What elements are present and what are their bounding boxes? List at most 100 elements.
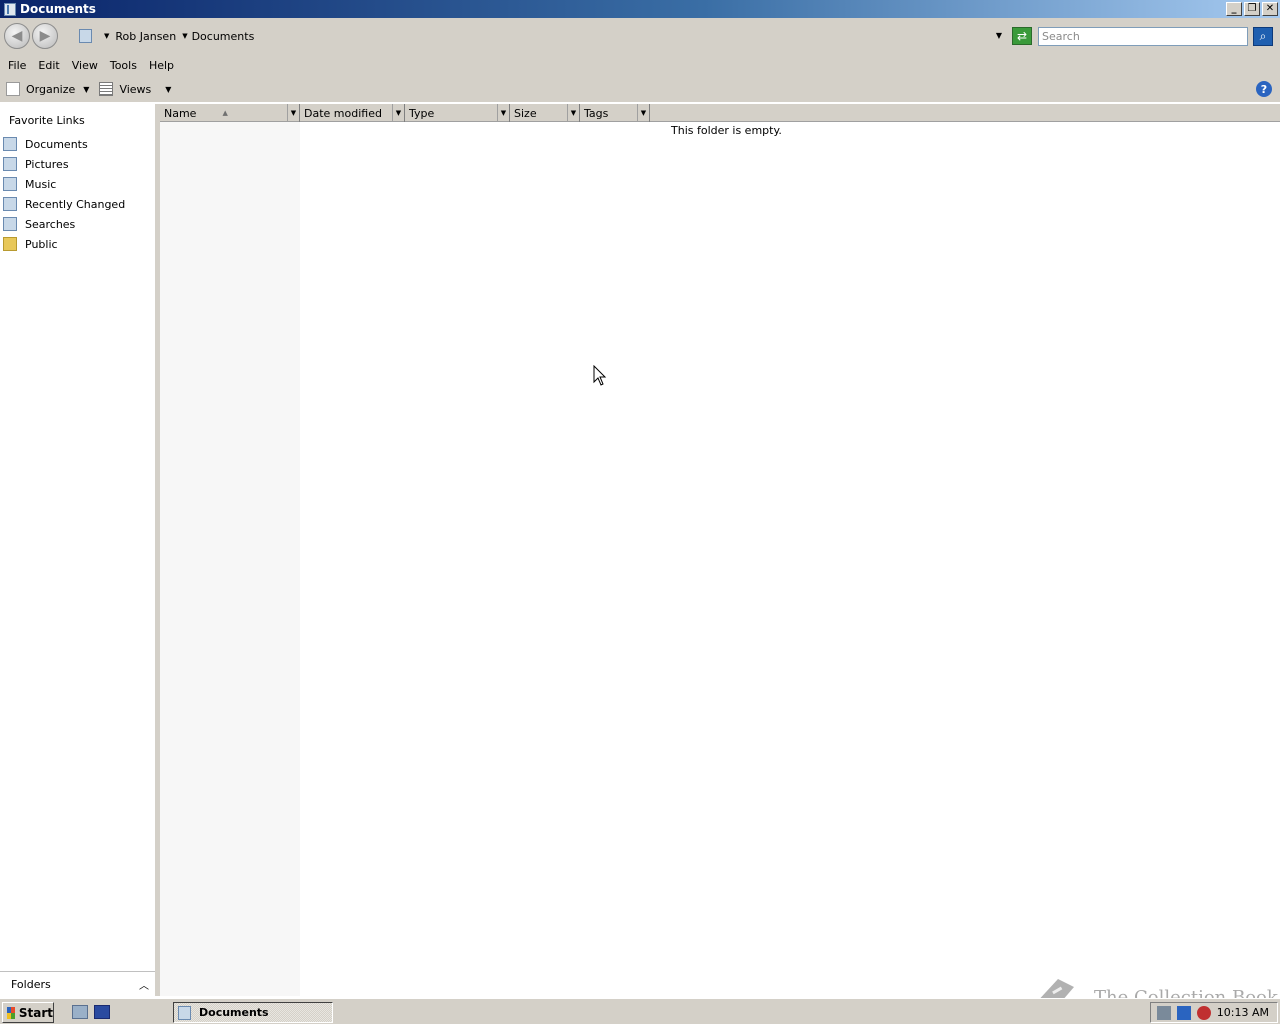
nav-item-public[interactable]: Public [0, 234, 155, 254]
chevron-up-icon: ︿ [139, 981, 149, 992]
views-button[interactable]: Views ▼ [99, 82, 171, 96]
start-label: Start [18, 1005, 53, 1020]
menu-help[interactable]: Help [143, 59, 180, 72]
sorted-column-highlight [160, 122, 300, 996]
sort-ascending-icon: ▲ [222, 109, 228, 117]
taskbar: Start Documents 10:13 AM [0, 998, 1280, 1024]
column-label: Tags [584, 106, 609, 120]
restore-button[interactable]: ❐ [1244, 2, 1260, 16]
column-filter-dropdown-icon[interactable]: ▼ [637, 104, 649, 121]
window-controls: _ ❐ ✕ [1226, 2, 1278, 16]
empty-folder-message: This folder is empty. [671, 124, 782, 137]
organize-icon [6, 82, 20, 96]
column-header-type[interactable]: Type ▼ [405, 104, 510, 122]
documents-icon [4, 2, 16, 16]
music-icon [3, 177, 17, 191]
minimize-button[interactable]: _ [1226, 2, 1242, 16]
chevron-down-icon[interactable]: ▼ [165, 85, 171, 94]
window-title: Documents [20, 2, 96, 16]
menu-file[interactable]: File [2, 59, 32, 72]
views-label: Views [119, 82, 152, 96]
clock[interactable]: 10:13 AM [1217, 1006, 1269, 1019]
start-button[interactable]: Start [2, 1002, 54, 1023]
folders-label: Folders [11, 977, 51, 991]
help-icon[interactable]: ? [1256, 81, 1272, 97]
windows-logo-icon [7, 1006, 15, 1019]
organize-button[interactable]: Organize ▼ [6, 82, 89, 96]
command-bar: Organize ▼ Views ▼ ? [0, 76, 1280, 102]
column-label: Name [164, 106, 197, 120]
nav-item-label: Pictures [25, 157, 69, 171]
back-arrow-icon: ◀ [11, 28, 23, 44]
favorite-links-heading: Favorite Links [9, 114, 85, 127]
column-filter-dropdown-icon[interactable]: ▼ [497, 104, 509, 121]
chevron-down-icon: ▼ [83, 84, 90, 94]
nav-item-label: Music [25, 177, 57, 191]
menu-tools[interactable]: Tools [104, 59, 143, 72]
column-filter-dropdown-icon[interactable]: ▼ [287, 104, 299, 121]
column-label: Type [409, 106, 435, 120]
column-label: Date modified [304, 106, 382, 120]
system-tray: 10:13 AM [1150, 1002, 1278, 1023]
taskbar-button-documents[interactable]: Documents [173, 1002, 333, 1023]
volume-muted-icon[interactable] [1196, 1005, 1211, 1020]
address-field[interactable]: ▼ Rob Jansen ▼ Documents ▼ [76, 26, 1006, 46]
network-icon[interactable] [1176, 1005, 1191, 1020]
column-header-row: Name ▲ ▼ Date modified ▼ Type ▼ Size ▼ T… [160, 104, 1280, 122]
server-manager-icon[interactable] [72, 1005, 88, 1019]
breadcrumb: ▼ Rob Jansen ▼ Documents [98, 30, 254, 43]
column-header-size[interactable]: Size ▼ [510, 104, 580, 122]
address-bar-area: ◀ ▶ ▼ Rob Jansen ▼ Documents ▼ ⇄ ⌕ [0, 18, 1280, 54]
nav-item-label: Searches [25, 217, 76, 231]
search-icon: ⌕ [1259, 29, 1267, 43]
column-header-date-modified[interactable]: Date modified ▼ [300, 104, 405, 122]
nav-item-recently-changed[interactable]: Recently Changed [0, 194, 155, 214]
folders-toggle[interactable]: Folders ︿ [0, 971, 155, 996]
documents-icon [178, 1005, 191, 1020]
column-label: Size [514, 106, 537, 120]
column-header-name[interactable]: Name ▲ ▼ [160, 104, 300, 122]
search-button[interactable]: ⌕ [1253, 27, 1273, 46]
nav-item-label: Recently Changed [25, 197, 126, 211]
refresh-button[interactable]: ⇄ [1012, 27, 1032, 45]
documents-icon [79, 29, 92, 43]
nav-item-label: Documents [25, 137, 88, 151]
close-button[interactable]: ✕ [1262, 2, 1278, 16]
menu-view[interactable]: View [66, 59, 104, 72]
folder-icon [3, 237, 17, 251]
searches-icon [3, 217, 17, 231]
column-filter-dropdown-icon[interactable]: ▼ [567, 104, 579, 121]
security-shield-icon[interactable] [1156, 1005, 1171, 1020]
navigation-pane: Favorite Links Documents Pictures Music … [0, 104, 155, 971]
column-filter-dropdown-icon[interactable]: ▼ [392, 104, 404, 121]
taskbar-button-label: Documents [199, 1006, 269, 1019]
breadcrumb-chevron-icon[interactable]: ▼ [104, 32, 109, 40]
nav-item-music[interactable]: Music [0, 174, 155, 194]
breadcrumb-documents[interactable]: Documents [192, 30, 255, 43]
nav-item-pictures[interactable]: Pictures [0, 154, 155, 174]
menu-edit[interactable]: Edit [32, 59, 65, 72]
mouse-cursor-icon [593, 365, 607, 386]
window-titlebar[interactable]: Documents _ ❐ ✕ [0, 0, 1280, 18]
nav-item-documents[interactable]: Documents [0, 134, 155, 154]
nav-item-searches[interactable]: Searches [0, 214, 155, 234]
views-icon [99, 82, 114, 96]
recently-changed-icon [3, 197, 17, 211]
nav-item-label: Public [25, 237, 58, 251]
favorite-links-list: Documents Pictures Music Recently Change… [0, 134, 155, 254]
menu-bar: File Edit View Tools Help [0, 54, 1280, 76]
show-desktop-icon[interactable] [94, 1005, 110, 1019]
pictures-icon [3, 157, 17, 171]
search-input[interactable] [1038, 27, 1248, 46]
refresh-icon: ⇄ [1016, 29, 1028, 43]
organize-label: Organize [26, 82, 76, 96]
column-header-tags[interactable]: Tags ▼ [580, 104, 650, 122]
forward-button[interactable]: ▶ [32, 23, 58, 49]
back-button[interactable]: ◀ [4, 23, 30, 49]
address-dropdown-icon[interactable]: ▼ [996, 31, 1002, 40]
breadcrumb-rob-jansen[interactable]: Rob Jansen [115, 30, 176, 43]
file-list[interactable]: Name ▲ ▼ Date modified ▼ Type ▼ Size ▼ T… [160, 104, 1280, 996]
breadcrumb-chevron-icon[interactable]: ▼ [182, 32, 187, 40]
forward-arrow-icon: ▶ [39, 28, 51, 44]
documents-icon [3, 137, 17, 151]
